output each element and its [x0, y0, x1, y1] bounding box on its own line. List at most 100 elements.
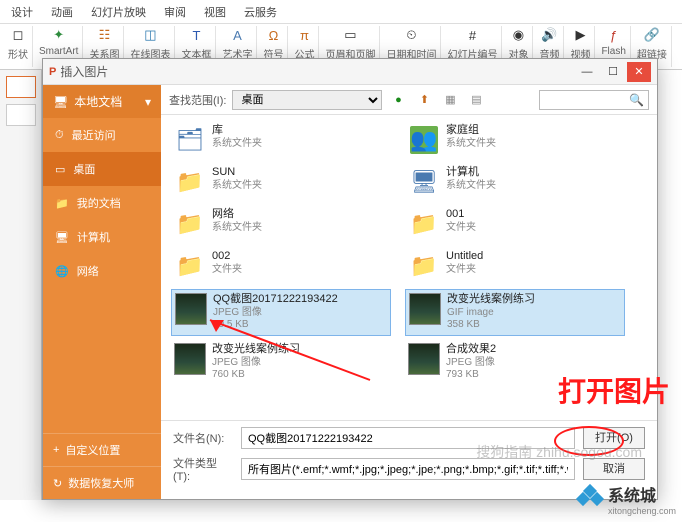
dialog-titlebar: P 插入图片 — ☐ ✕: [43, 59, 657, 85]
sidebar-item-icon: ⏱: [55, 129, 64, 142]
number-icon: #: [463, 26, 481, 44]
file-subtitle: 系统文件夹: [446, 138, 496, 151]
path-select[interactable]: 桌面: [232, 90, 382, 110]
chart-icon: ◫: [141, 26, 159, 44]
sidebar-item-我的文档[interactable]: 📁我的文档: [43, 186, 161, 220]
sidebar-item-icon: ▭: [55, 163, 65, 176]
date-icon: ⏲: [402, 26, 420, 44]
file-name: Untitled: [446, 250, 483, 264]
image-thumb-icon: [175, 293, 207, 325]
file-name: 改变光线案例练习: [212, 343, 300, 357]
file-name: 合成效果2: [446, 343, 496, 357]
slide-thumb[interactable]: [6, 104, 36, 126]
file-item[interactable]: QQ截图20171222193422JPEG 图像40.5 KB: [171, 289, 391, 336]
sidebar-item-label: 最近访问: [72, 127, 116, 143]
filetype-select[interactable]: [241, 458, 575, 480]
path-label: 查找范围(I):: [169, 92, 226, 108]
sidebar-item-icon: 🌐: [55, 265, 69, 278]
path-bar: 查找范围(I): 桌面 ● ⬆ ▦ ▤ 🔍: [161, 85, 657, 115]
file-subtitle: 系统文件夹: [212, 180, 262, 193]
image-thumb-icon: [174, 343, 206, 375]
up-icon[interactable]: ⬆: [414, 90, 434, 110]
header-icon: ▭: [341, 26, 359, 44]
sidebar-footer-icon: ↻: [53, 477, 62, 490]
insert-image-dialog: P 插入图片 — ☐ ✕ 🖥 本地文档 ▾ ⏱最近访问▭桌面📁我的文档🖥计算机🌐…: [42, 58, 658, 500]
file-size: 793 KB: [446, 369, 496, 382]
search-input[interactable]: 🔍: [539, 90, 649, 110]
sidebar-footer-自定义位置[interactable]: +自定义位置: [43, 433, 161, 466]
sidebar-item-桌面[interactable]: ▭桌面: [43, 152, 161, 186]
file-item[interactable]: 改变光线案例练习GIF image358 KB: [405, 289, 625, 336]
shape-icon: ◻: [9, 26, 27, 44]
go-icon[interactable]: ●: [388, 90, 408, 110]
ribbon-group-shape[interactable]: ◻形状: [4, 26, 33, 67]
file-item[interactable]: 📁002文件夹: [171, 247, 391, 285]
dialog-sidebar: 🖥 本地文档 ▾ ⏱最近访问▭桌面📁我的文档🖥计算机🌐网络 +自定义位置↻数据恢…: [43, 85, 161, 499]
file-item[interactable]: 改变光线案例练习JPEG 图像760 KB: [171, 340, 391, 385]
menu-bar: 设计 动画 幻灯片放映 审阅 视图 云服务: [0, 0, 682, 24]
file-item[interactable]: 📁SUN系统文件夹: [171, 163, 391, 201]
file-name: 库: [212, 124, 262, 138]
sidebar-footer-数据恢复大师[interactable]: ↻数据恢复大师: [43, 466, 161, 499]
open-button[interactable]: 打开(O): [583, 427, 645, 449]
file-item[interactable]: 🗂 库系统文件夹: [171, 121, 391, 159]
file-subtitle: JPEG 图像: [212, 357, 300, 370]
sidebar-item-网络[interactable]: 🌐网络: [43, 254, 161, 288]
file-item[interactable]: 👥家庭组系统文件夹: [405, 121, 625, 159]
sidebar-item-最近访问[interactable]: ⏱ 最近访问: [43, 118, 161, 152]
minimize-button[interactable]: —: [575, 62, 599, 82]
homegroup-icon: 👥: [408, 124, 440, 156]
file-name: QQ截图20171222193422: [213, 293, 338, 307]
sidebar-footer-icon: +: [53, 444, 59, 456]
slide-thumbnails: [0, 70, 42, 500]
menu-item[interactable]: 动画: [42, 0, 82, 24]
filetype-label: 文件类型(T):: [173, 455, 233, 483]
folder-icon: 📁: [174, 208, 206, 240]
app-logo-icon: P: [49, 66, 56, 78]
menu-item[interactable]: 云服务: [235, 0, 286, 24]
dialog-title: 插入图片: [60, 63, 573, 80]
sidebar-item-icon: 📁: [55, 197, 69, 210]
monitor-icon: 🖥: [53, 95, 68, 109]
equation-icon: π: [295, 26, 313, 44]
folder-icon: 📁: [408, 250, 440, 282]
smartart-icon: ✦: [50, 26, 68, 44]
symbol-icon: Ω: [264, 26, 282, 44]
file-item[interactable]: 合成效果2JPEG 图像793 KB: [405, 340, 625, 385]
menu-item[interactable]: 幻灯片放映: [82, 0, 155, 24]
filename-input[interactable]: [241, 427, 575, 449]
view2-icon[interactable]: ▤: [466, 90, 486, 110]
file-size: 760 KB: [212, 369, 300, 382]
maximize-button[interactable]: ☐: [601, 62, 625, 82]
flash-icon: ƒ: [605, 26, 623, 44]
file-item[interactable]: 🖥计算机系统文件夹: [405, 163, 625, 201]
file-item[interactable]: 📁网络系统文件夹: [171, 205, 391, 243]
library-icon: 🗂: [174, 124, 206, 156]
search-icon: 🔍: [629, 93, 644, 107]
sidebar-item-计算机[interactable]: 🖥计算机: [43, 220, 161, 254]
file-subtitle: 系统文件夹: [212, 138, 262, 151]
menu-item[interactable]: 审阅: [155, 0, 195, 24]
file-name: 改变光线案例练习: [447, 293, 535, 307]
wordart-icon: A: [228, 26, 246, 44]
file-item[interactable]: 📁 Untitled文件夹: [405, 247, 625, 285]
chevron-down-icon[interactable]: ▾: [145, 95, 151, 109]
file-subtitle: GIF image: [447, 307, 535, 320]
file-subtitle: 文件夹: [446, 264, 483, 277]
video-icon: ▶: [571, 26, 589, 44]
folder-icon: 📁: [174, 166, 206, 198]
cancel-button[interactable]: 取消: [583, 458, 645, 480]
view-icon[interactable]: ▦: [440, 90, 460, 110]
file-size: 40.5 KB: [213, 319, 338, 332]
slide-thumb[interactable]: [6, 76, 36, 98]
file-size: 358 KB: [447, 319, 535, 332]
menu-item[interactable]: 设计: [2, 0, 42, 24]
file-subtitle: JPEG 图像: [446, 357, 496, 370]
folder-icon: 📁: [408, 208, 440, 240]
sidebar-item-label: 计算机: [77, 229, 110, 245]
menu-item[interactable]: 视图: [195, 0, 235, 24]
close-button[interactable]: ✕: [627, 62, 651, 82]
file-subtitle: 文件夹: [446, 222, 476, 235]
file-subtitle: 系统文件夹: [212, 222, 262, 235]
file-item[interactable]: 📁001文件夹: [405, 205, 625, 243]
